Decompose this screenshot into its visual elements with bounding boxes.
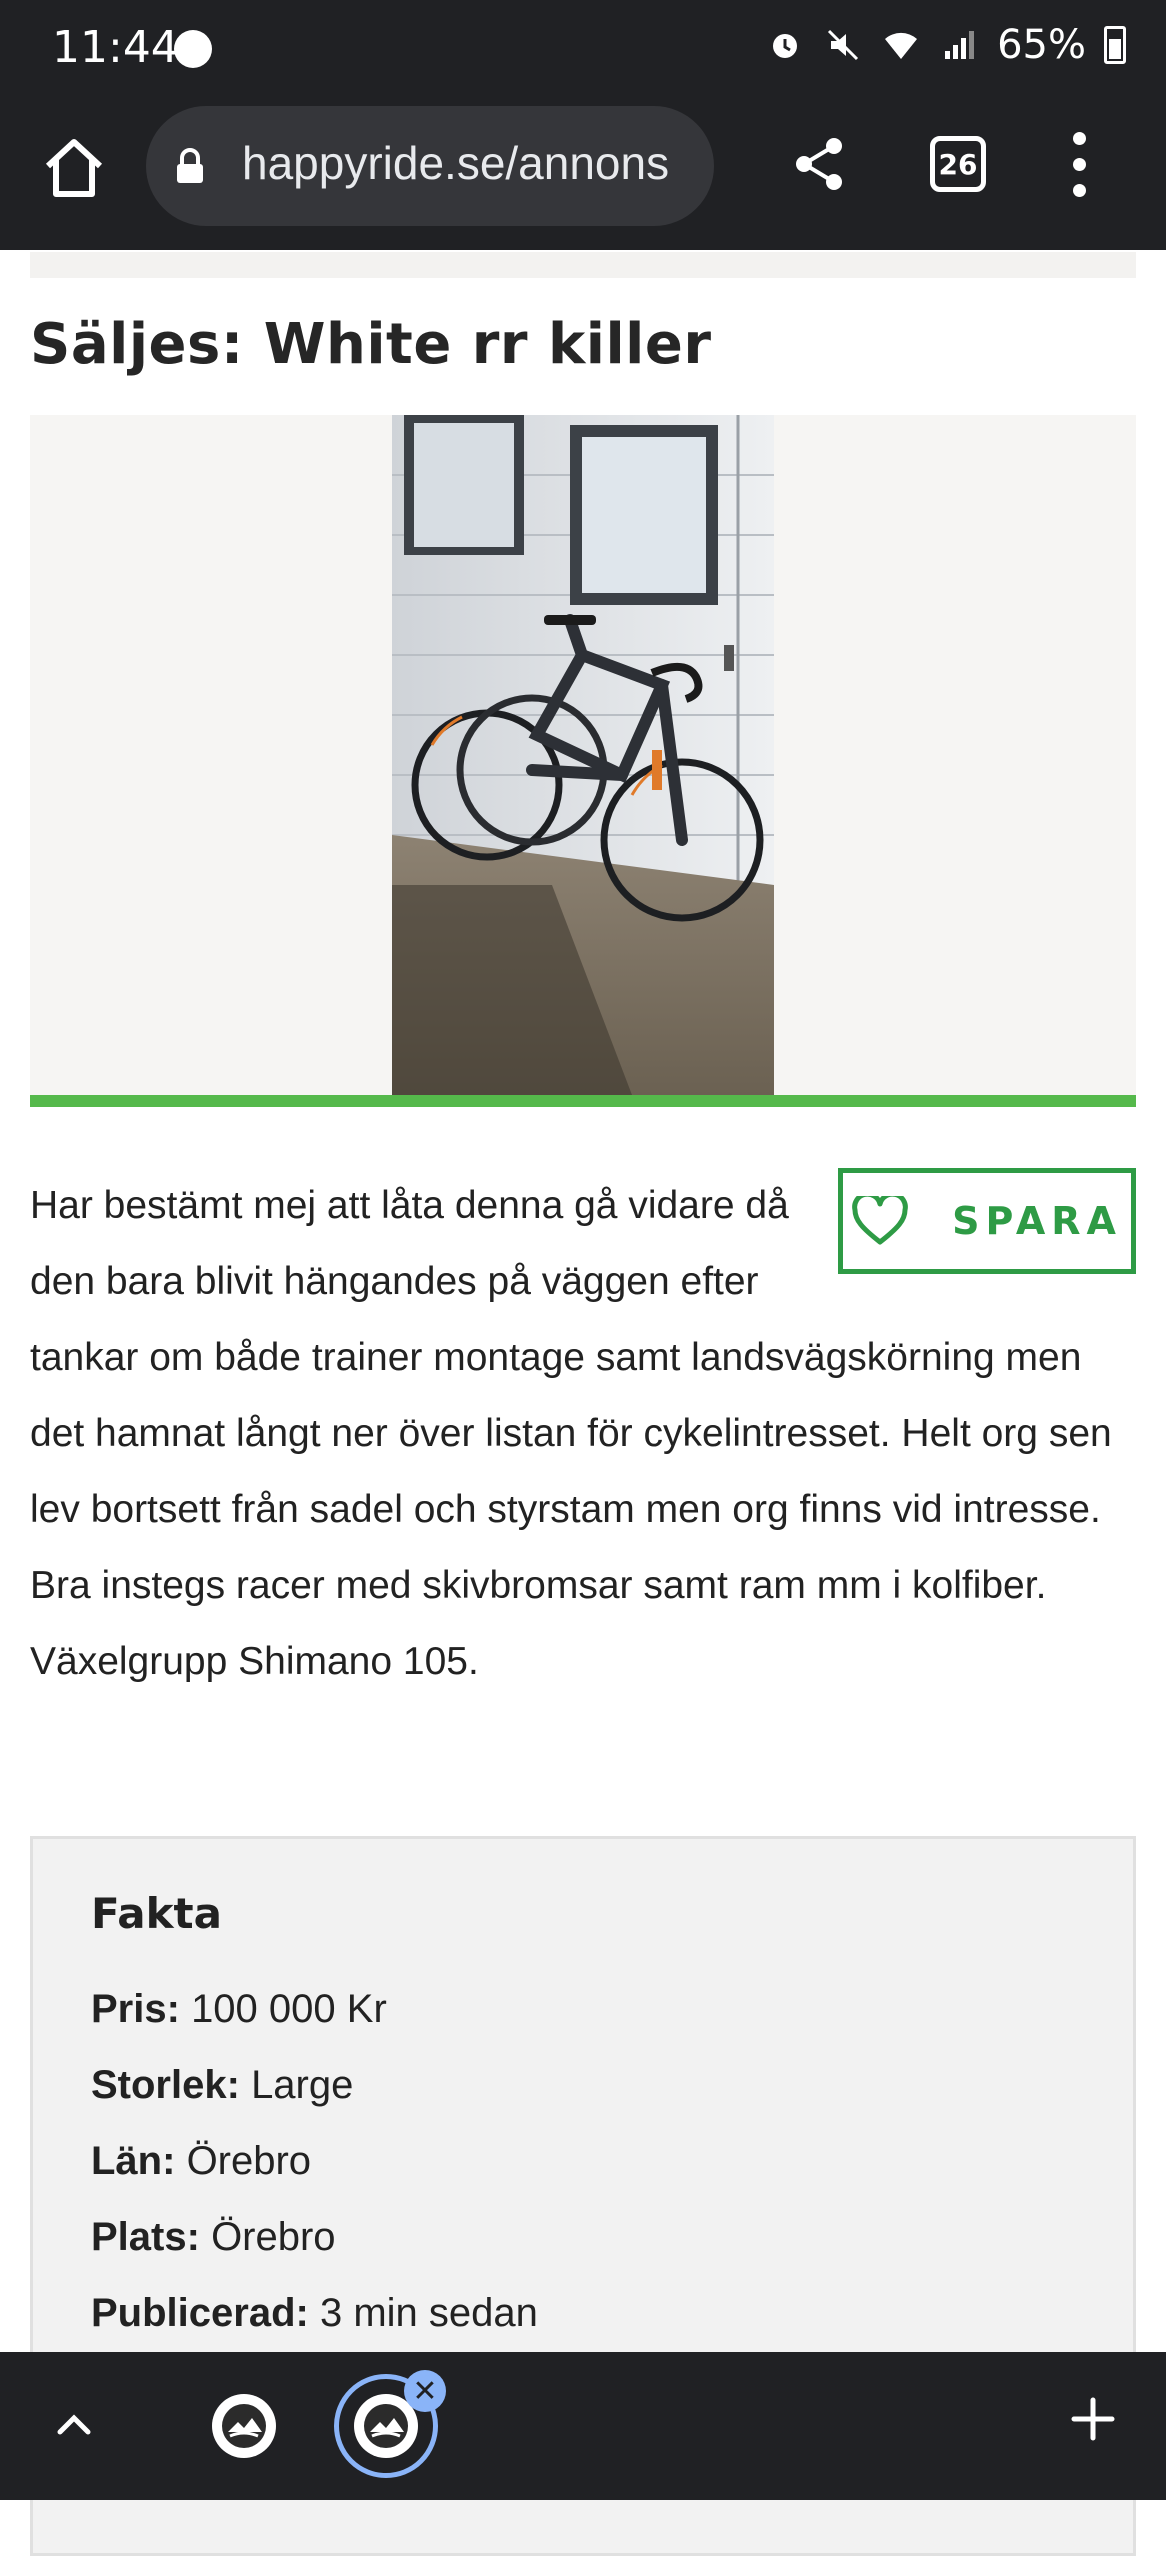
status-time: 11:44 bbox=[52, 22, 179, 73]
close-icon[interactable]: ✕ bbox=[404, 2370, 446, 2412]
tab-thumbnail[interactable] bbox=[212, 2394, 276, 2458]
fact-location: Plats: Örebro bbox=[91, 2215, 336, 2260]
tab-switcher-button[interactable]: 26 bbox=[930, 136, 986, 192]
site-favicon bbox=[364, 2404, 408, 2448]
save-button[interactable]: SPARA bbox=[838, 1168, 1136, 1274]
listing-title: Säljes: White rr killer bbox=[30, 312, 712, 377]
url-text: happyride.se/annons bbox=[242, 137, 670, 189]
mute-icon bbox=[823, 25, 863, 65]
fact-county: Län: Örebro bbox=[91, 2139, 311, 2184]
more-vert-icon[interactable] bbox=[1060, 130, 1100, 200]
tab-strip: ✕ bbox=[0, 2352, 1166, 2500]
fact-published: Publicerad: 3 min sedan bbox=[91, 2291, 538, 2336]
plus-icon[interactable] bbox=[1068, 2394, 1118, 2444]
fact-size: Storlek: Large bbox=[91, 2063, 353, 2108]
fact-value: Örebro bbox=[211, 2215, 336, 2259]
image-divider bbox=[30, 1095, 1136, 1107]
facts-heading: Fakta bbox=[91, 1889, 222, 1938]
page-top-strip bbox=[30, 252, 1136, 278]
listing-description: SPARA Har bestämt mej att låta denna gå … bbox=[30, 1168, 1140, 1700]
fact-value: Large bbox=[251, 2063, 354, 2107]
lock-icon bbox=[174, 148, 206, 184]
fact-value: Örebro bbox=[186, 2139, 312, 2183]
browser-toolbar: happyride.se/annons 26 bbox=[0, 100, 1166, 250]
fact-value: 100 000 Kr bbox=[191, 1987, 387, 2031]
home-icon[interactable] bbox=[36, 130, 112, 206]
battery-percent: 65% bbox=[997, 22, 1086, 68]
wifi-icon bbox=[881, 25, 921, 65]
listing-image-container bbox=[30, 415, 1136, 1095]
fact-label: Län: bbox=[91, 2139, 176, 2183]
battery-icon bbox=[1104, 26, 1126, 64]
heart-outline-icon bbox=[852, 1196, 908, 1245]
share-icon[interactable] bbox=[790, 134, 850, 194]
save-label: SPARA bbox=[952, 1199, 1122, 1243]
alarm-icon bbox=[765, 25, 805, 65]
bike-photo[interactable] bbox=[392, 415, 774, 1095]
description-gear-line: Växelgrupp Shimano 105. bbox=[30, 1640, 479, 1683]
app-notification-icon bbox=[174, 30, 212, 68]
signal-icon bbox=[939, 25, 979, 65]
status-bar: 11:44 65% bbox=[0, 0, 1166, 100]
fact-label: Storlek: bbox=[91, 2063, 240, 2107]
fact-label: Pris: bbox=[91, 1987, 180, 2031]
site-favicon bbox=[222, 2404, 266, 2448]
fact-value: 3 min sedan bbox=[319, 2291, 538, 2335]
fact-label: Publicerad: bbox=[91, 2291, 309, 2335]
address-bar[interactable]: happyride.se/annons bbox=[146, 106, 714, 226]
fact-label: Plats: bbox=[91, 2215, 200, 2259]
fact-price: Pris: 100 000 Kr bbox=[91, 1987, 387, 2032]
chevron-up-icon[interactable] bbox=[50, 2400, 98, 2448]
status-icons: 65% bbox=[765, 22, 1126, 68]
